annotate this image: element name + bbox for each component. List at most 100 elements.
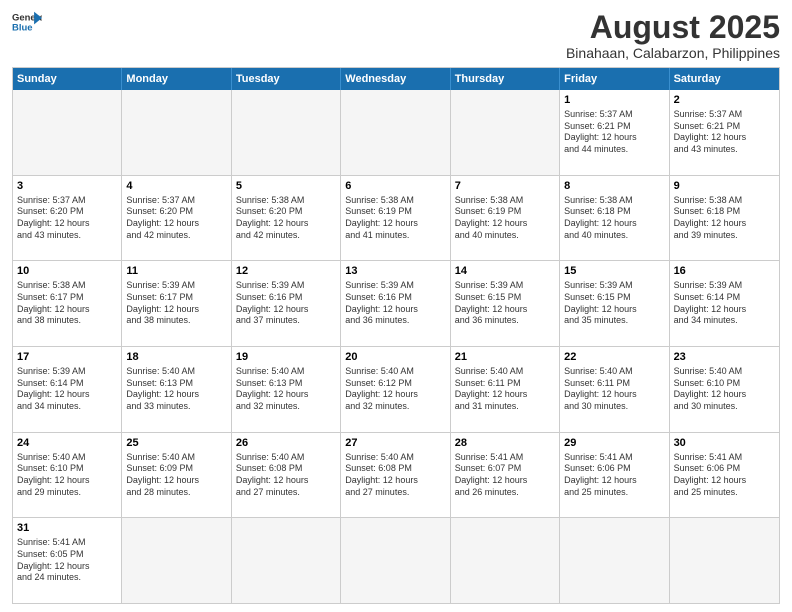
cal-cell: 20Sunrise: 5:40 AM Sunset: 6:12 PM Dayli… xyxy=(341,347,450,432)
cell-info: Sunrise: 5:37 AM Sunset: 6:20 PM Dayligh… xyxy=(126,195,226,242)
cal-cell: 6Sunrise: 5:38 AM Sunset: 6:19 PM Daylig… xyxy=(341,176,450,261)
cell-info: Sunrise: 5:38 AM Sunset: 6:17 PM Dayligh… xyxy=(17,280,117,327)
cal-header-tuesday: Tuesday xyxy=(232,68,341,90)
cell-info: Sunrise: 5:38 AM Sunset: 6:18 PM Dayligh… xyxy=(564,195,664,242)
cell-info: Sunrise: 5:37 AM Sunset: 6:21 PM Dayligh… xyxy=(674,109,775,156)
calendar-header-row: SundayMondayTuesdayWednesdayThursdayFrid… xyxy=(13,68,779,90)
day-number: 9 xyxy=(674,179,775,194)
calendar: SundayMondayTuesdayWednesdayThursdayFrid… xyxy=(12,67,780,604)
cal-header-friday: Friday xyxy=(560,68,669,90)
cal-cell: 2Sunrise: 5:37 AM Sunset: 6:21 PM Daylig… xyxy=(670,90,779,175)
day-number: 16 xyxy=(674,264,775,279)
day-number: 14 xyxy=(455,264,555,279)
cell-info: Sunrise: 5:40 AM Sunset: 6:11 PM Dayligh… xyxy=(455,366,555,413)
cal-cell: 9Sunrise: 5:38 AM Sunset: 6:18 PM Daylig… xyxy=(670,176,779,261)
day-number: 26 xyxy=(236,436,336,451)
cal-cell: 4Sunrise: 5:37 AM Sunset: 6:20 PM Daylig… xyxy=(122,176,231,261)
cell-info: Sunrise: 5:39 AM Sunset: 6:16 PM Dayligh… xyxy=(236,280,336,327)
logo: General Blue xyxy=(12,10,42,34)
cal-cell: 14Sunrise: 5:39 AM Sunset: 6:15 PM Dayli… xyxy=(451,261,560,346)
day-number: 21 xyxy=(455,350,555,365)
cal-cell xyxy=(232,90,341,175)
day-number: 6 xyxy=(345,179,445,194)
title-block: August 2025 Binahaan, Calabarzon, Philip… xyxy=(566,10,780,61)
cell-info: Sunrise: 5:41 AM Sunset: 6:07 PM Dayligh… xyxy=(455,452,555,499)
cal-cell: 21Sunrise: 5:40 AM Sunset: 6:11 PM Dayli… xyxy=(451,347,560,432)
day-number: 15 xyxy=(564,264,664,279)
cal-header-thursday: Thursday xyxy=(451,68,560,90)
day-number: 19 xyxy=(236,350,336,365)
cell-info: Sunrise: 5:37 AM Sunset: 6:20 PM Dayligh… xyxy=(17,195,117,242)
cell-info: Sunrise: 5:40 AM Sunset: 6:10 PM Dayligh… xyxy=(674,366,775,413)
cal-week-0: 1Sunrise: 5:37 AM Sunset: 6:21 PM Daylig… xyxy=(13,90,779,175)
cal-header-saturday: Saturday xyxy=(670,68,779,90)
cal-cell: 29Sunrise: 5:41 AM Sunset: 6:06 PM Dayli… xyxy=(560,433,669,518)
day-number: 13 xyxy=(345,264,445,279)
day-number: 3 xyxy=(17,179,117,194)
day-number: 4 xyxy=(126,179,226,194)
cell-info: Sunrise: 5:40 AM Sunset: 6:08 PM Dayligh… xyxy=(236,452,336,499)
cal-cell: 18Sunrise: 5:40 AM Sunset: 6:13 PM Dayli… xyxy=(122,347,231,432)
cal-cell xyxy=(560,518,669,603)
cal-cell: 11Sunrise: 5:39 AM Sunset: 6:17 PM Dayli… xyxy=(122,261,231,346)
header: General Blue August 2025 Binahaan, Calab… xyxy=(12,10,780,61)
cell-info: Sunrise: 5:39 AM Sunset: 6:14 PM Dayligh… xyxy=(17,366,117,413)
cal-cell: 3Sunrise: 5:37 AM Sunset: 6:20 PM Daylig… xyxy=(13,176,122,261)
cal-cell: 7Sunrise: 5:38 AM Sunset: 6:19 PM Daylig… xyxy=(451,176,560,261)
cal-week-1: 3Sunrise: 5:37 AM Sunset: 6:20 PM Daylig… xyxy=(13,175,779,261)
cell-info: Sunrise: 5:39 AM Sunset: 6:15 PM Dayligh… xyxy=(455,280,555,327)
cal-cell xyxy=(232,518,341,603)
cal-header-monday: Monday xyxy=(122,68,231,90)
cal-cell xyxy=(122,518,231,603)
cal-header-sunday: Sunday xyxy=(13,68,122,90)
cell-info: Sunrise: 5:38 AM Sunset: 6:19 PM Dayligh… xyxy=(345,195,445,242)
cell-info: Sunrise: 5:39 AM Sunset: 6:14 PM Dayligh… xyxy=(674,280,775,327)
cal-cell xyxy=(451,90,560,175)
cal-cell: 19Sunrise: 5:40 AM Sunset: 6:13 PM Dayli… xyxy=(232,347,341,432)
generalblue-logo-icon: General Blue xyxy=(12,10,42,34)
day-number: 18 xyxy=(126,350,226,365)
day-number: 27 xyxy=(345,436,445,451)
day-number: 20 xyxy=(345,350,445,365)
day-number: 12 xyxy=(236,264,336,279)
cal-cell xyxy=(122,90,231,175)
cal-cell: 8Sunrise: 5:38 AM Sunset: 6:18 PM Daylig… xyxy=(560,176,669,261)
cal-cell: 12Sunrise: 5:39 AM Sunset: 6:16 PM Dayli… xyxy=(232,261,341,346)
cal-cell: 13Sunrise: 5:39 AM Sunset: 6:16 PM Dayli… xyxy=(341,261,450,346)
cell-info: Sunrise: 5:40 AM Sunset: 6:08 PM Dayligh… xyxy=(345,452,445,499)
day-number: 30 xyxy=(674,436,775,451)
cell-info: Sunrise: 5:39 AM Sunset: 6:15 PM Dayligh… xyxy=(564,280,664,327)
day-number: 1 xyxy=(564,93,664,108)
day-number: 7 xyxy=(455,179,555,194)
cal-cell: 16Sunrise: 5:39 AM Sunset: 6:14 PM Dayli… xyxy=(670,261,779,346)
day-number: 31 xyxy=(17,521,117,536)
cal-week-3: 17Sunrise: 5:39 AM Sunset: 6:14 PM Dayli… xyxy=(13,346,779,432)
subtitle: Binahaan, Calabarzon, Philippines xyxy=(566,45,780,61)
cell-info: Sunrise: 5:39 AM Sunset: 6:16 PM Dayligh… xyxy=(345,280,445,327)
cal-cell: 23Sunrise: 5:40 AM Sunset: 6:10 PM Dayli… xyxy=(670,347,779,432)
cal-cell: 25Sunrise: 5:40 AM Sunset: 6:09 PM Dayli… xyxy=(122,433,231,518)
svg-text:Blue: Blue xyxy=(12,23,33,34)
cal-week-5: 31Sunrise: 5:41 AM Sunset: 6:05 PM Dayli… xyxy=(13,517,779,603)
day-number: 29 xyxy=(564,436,664,451)
cell-info: Sunrise: 5:40 AM Sunset: 6:11 PM Dayligh… xyxy=(564,366,664,413)
cal-cell: 10Sunrise: 5:38 AM Sunset: 6:17 PM Dayli… xyxy=(13,261,122,346)
day-number: 22 xyxy=(564,350,664,365)
cal-cell: 30Sunrise: 5:41 AM Sunset: 6:06 PM Dayli… xyxy=(670,433,779,518)
cell-info: Sunrise: 5:41 AM Sunset: 6:05 PM Dayligh… xyxy=(17,537,117,584)
cell-info: Sunrise: 5:40 AM Sunset: 6:12 PM Dayligh… xyxy=(345,366,445,413)
cal-cell xyxy=(13,90,122,175)
day-number: 2 xyxy=(674,93,775,108)
cell-info: Sunrise: 5:38 AM Sunset: 6:18 PM Dayligh… xyxy=(674,195,775,242)
cal-cell: 27Sunrise: 5:40 AM Sunset: 6:08 PM Dayli… xyxy=(341,433,450,518)
day-number: 28 xyxy=(455,436,555,451)
cell-info: Sunrise: 5:38 AM Sunset: 6:20 PM Dayligh… xyxy=(236,195,336,242)
day-number: 24 xyxy=(17,436,117,451)
cell-info: Sunrise: 5:40 AM Sunset: 6:10 PM Dayligh… xyxy=(17,452,117,499)
cell-info: Sunrise: 5:37 AM Sunset: 6:21 PM Dayligh… xyxy=(564,109,664,156)
cell-info: Sunrise: 5:41 AM Sunset: 6:06 PM Dayligh… xyxy=(564,452,664,499)
cell-info: Sunrise: 5:39 AM Sunset: 6:17 PM Dayligh… xyxy=(126,280,226,327)
day-number: 5 xyxy=(236,179,336,194)
day-number: 11 xyxy=(126,264,226,279)
cal-cell: 5Sunrise: 5:38 AM Sunset: 6:20 PM Daylig… xyxy=(232,176,341,261)
